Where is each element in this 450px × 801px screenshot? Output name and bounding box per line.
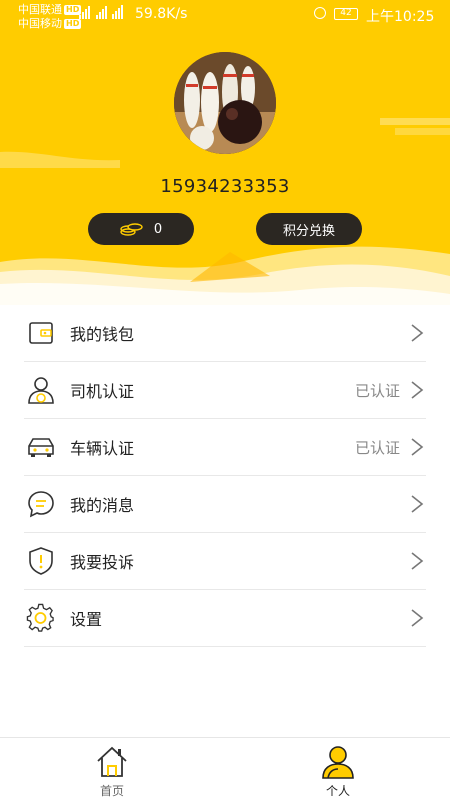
chevron-right-icon (411, 324, 424, 342)
complaint-shield-icon (26, 546, 56, 576)
menu-item-complaint[interactable]: 我要投诉 (24, 533, 426, 590)
menu-item-settings[interactable]: 设置 (24, 590, 426, 647)
carrier-1-name: 中国联通 (18, 3, 62, 16)
user-icon (322, 746, 354, 779)
coins-button[interactable]: 0 (88, 213, 194, 245)
menu-status: 已认证 (354, 438, 400, 457)
menu-label: 设置 (70, 610, 103, 629)
network-speed: 59.8K/s (135, 6, 188, 22)
menu-item-vehicle-verification[interactable]: 车辆认证 已认证 (24, 419, 426, 476)
settings-gear-icon (26, 603, 56, 633)
tab-me-label: 个人 (325, 784, 350, 798)
menu-label: 我的钱包 (70, 325, 135, 344)
chevron-right-icon (411, 381, 424, 399)
carrier-2-name: 中国移动 (18, 17, 62, 30)
bottom-tab-bar: 首页 个人 (0, 737, 450, 801)
coins-value: 0 (153, 221, 163, 237)
phone-number: 15934233353 (160, 176, 290, 197)
avatar[interactable] (174, 52, 276, 154)
menu-item-driver-verification[interactable]: 司机认证 已认证 (24, 362, 426, 419)
points-exchange-button[interactable]: 积分兑换 (256, 213, 362, 245)
tab-me[interactable]: 个人 (288, 738, 388, 801)
chevron-right-icon (411, 438, 424, 456)
chevron-right-icon (411, 495, 424, 513)
menu-list: 我的钱包 司机认证 已认证 车辆认证 已认证 我的消息 我要投诉 设置 (24, 305, 426, 647)
signal-icon (79, 5, 123, 19)
carrier-1: 中国联通 HD (18, 3, 82, 16)
menu-item-messages[interactable]: 我的消息 (24, 476, 426, 533)
alarm-icon (314, 7, 326, 19)
tab-home[interactable]: 首页 (62, 738, 162, 801)
points-exchange-label: 积分兑换 (282, 223, 335, 239)
chevron-right-icon (411, 609, 424, 627)
avatar-bowling-image (174, 52, 276, 154)
hd-badge: HD (64, 19, 82, 29)
carrier-2: 中国移动 HD (18, 17, 82, 30)
clock: 上午10:25 (366, 9, 435, 25)
message-icon (26, 489, 56, 519)
tab-home-label: 首页 (99, 784, 124, 798)
driver-icon (26, 375, 56, 405)
menu-item-wallet[interactable]: 我的钱包 (24, 305, 426, 362)
wallet-icon (26, 318, 56, 348)
menu-label: 司机认证 (70, 382, 135, 401)
home-icon (97, 746, 127, 777)
menu-label: 我的消息 (70, 496, 135, 515)
coins-icon (120, 223, 143, 236)
menu-label: 我要投诉 (70, 553, 135, 572)
profile-header: 中国联通 HD 中国移动 HD 59.8K/s 42 上午10:25 15934… (0, 0, 450, 305)
chevron-right-icon (411, 552, 424, 570)
menu-status: 已认证 (354, 381, 400, 400)
battery-icon: 42 (334, 8, 358, 20)
car-icon (26, 432, 56, 462)
menu-label: 车辆认证 (70, 439, 135, 458)
status-bar: 中国联通 HD 中国移动 HD 59.8K/s 42 上午10:25 (0, 0, 450, 32)
